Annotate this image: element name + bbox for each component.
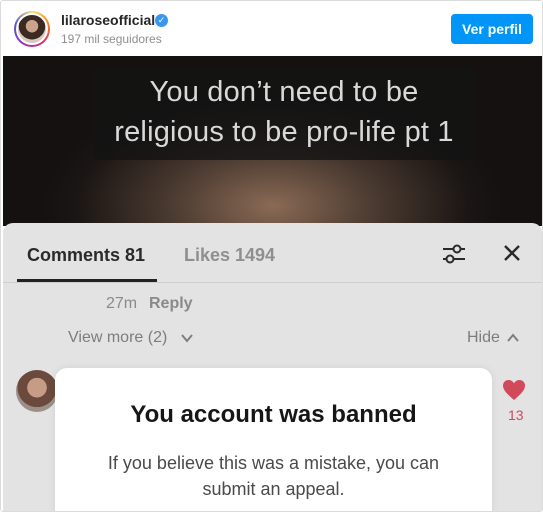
follower-count: 197 mil seguidores xyxy=(61,32,162,46)
profile-avatar[interactable] xyxy=(14,11,50,47)
verified-badge-icon: ✓ xyxy=(155,14,168,27)
tab-likes[interactable]: Likes 1494 xyxy=(184,245,275,266)
heart-icon[interactable] xyxy=(502,379,526,401)
view-profile-button[interactable]: Ver perfil xyxy=(451,14,533,44)
filter-sliders-icon[interactable] xyxy=(441,242,467,266)
video-frame[interactable]: You don’t need to be religious to be pro… xyxy=(3,56,542,226)
tab-comments[interactable]: Comments 81 xyxy=(27,245,145,266)
commenter-avatar[interactable] xyxy=(16,370,58,412)
video-caption: You don’t need to be religious to be pro… xyxy=(93,68,475,160)
instagram-embed: lilaroseofficial ✓ 197 mil seguidores Ve… xyxy=(0,0,543,512)
username[interactable]: lilaroseofficial xyxy=(61,12,155,28)
avatar-image xyxy=(16,13,48,45)
ban-dialog: You account was banned If you believe th… xyxy=(55,368,492,511)
chevron-down-icon[interactable] xyxy=(180,331,194,345)
panel-divider xyxy=(3,282,542,283)
comment-like-count: 13 xyxy=(508,407,524,423)
reply-button[interactable]: Reply xyxy=(149,295,193,313)
view-more-replies-button[interactable]: View more (2) xyxy=(68,329,167,347)
dialog-title: You account was banned xyxy=(130,401,417,428)
hide-replies-button[interactable]: Hide xyxy=(467,329,500,347)
post-header: lilaroseofficial ✓ 197 mil seguidores Ve… xyxy=(1,1,542,56)
dialog-message: If you believe this was a mistake, you c… xyxy=(107,453,440,499)
chevron-up-icon[interactable] xyxy=(506,331,520,345)
close-icon[interactable] xyxy=(502,243,522,263)
comment-timestamp: 27m xyxy=(106,295,138,312)
